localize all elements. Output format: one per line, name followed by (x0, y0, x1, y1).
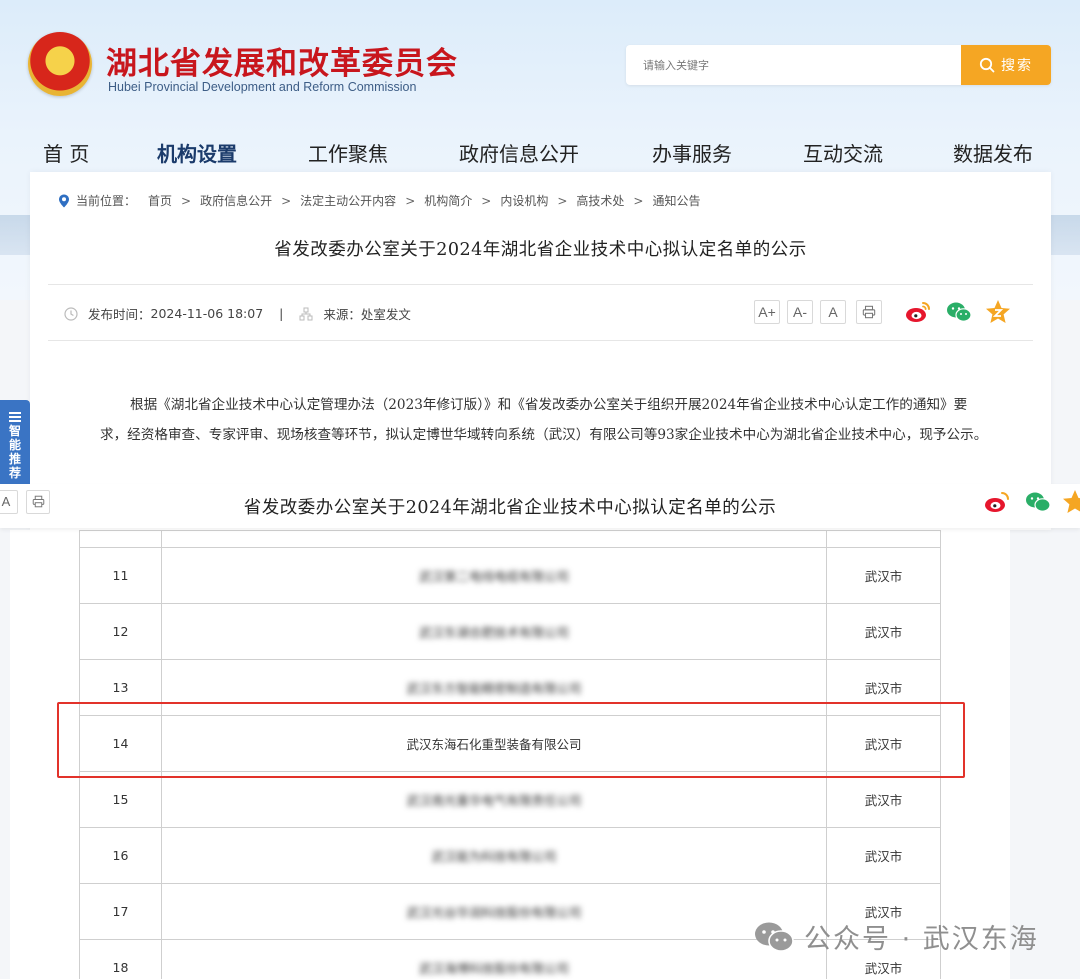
smart-recommend-label: 智能推荐 (8, 424, 21, 480)
company-name: 武汉第二电线电缆有限公司 (161, 547, 827, 604)
location-pin-icon (59, 194, 69, 207)
breadcrumb-separator: > (181, 193, 192, 208)
search-box: 搜索 (626, 45, 1051, 85)
breadcrumb-item-home[interactable]: 首页 (148, 192, 172, 209)
nav-item-interaction[interactable]: 互动交流 (803, 138, 883, 167)
search-button-label: 搜索 (1001, 58, 1033, 74)
row-number: 14 (79, 715, 162, 772)
breadcrumb: 当前位置： 首页 > 政府信息公开 > 法定主动公开内容 > 机构简介 > 内设… (58, 192, 701, 209)
company-name: 武汉海博科技股份有限公司 (161, 939, 827, 979)
national-emblem-logo (28, 32, 92, 96)
nav-item-home[interactable]: 首 页 (43, 138, 89, 167)
nav-item-services[interactable]: 办事服务 (652, 138, 732, 167)
city: 武汉市 (826, 603, 941, 660)
city: 武汉市 (826, 827, 941, 884)
breadcrumb-separator: > (405, 193, 416, 208)
breadcrumb-item-statutory[interactable]: 法定主动公开内容 (300, 192, 396, 209)
table-row: 15 武汉南光重华电气有限责任公司 武汉市 (79, 771, 941, 828)
company-name: 武汉东方智能精密制造有限公司 (161, 659, 827, 716)
table-row: 11 武汉第二电线电缆有限公司 武汉市 (79, 547, 941, 604)
wechat-watermark: 公众号 · 武汉东海 (752, 917, 1039, 956)
breadcrumb-item-gov-info[interactable]: 政府信息公开 (200, 192, 272, 209)
menu-icon (9, 412, 21, 422)
city: 武汉市 (826, 771, 941, 828)
search-button[interactable]: 搜索 (961, 45, 1051, 85)
breadcrumb-label: 当前位置： (76, 194, 137, 208)
article-title: 省发改委办公室关于2024年湖北省企业技术中心拟认定名单的公示 (274, 240, 807, 260)
row-number: 18 (79, 939, 162, 979)
row-number: 17 (79, 883, 162, 940)
breadcrumb-separator: > (633, 193, 644, 208)
search-input[interactable] (626, 45, 961, 85)
divider (48, 340, 1033, 341)
nav-item-data-release[interactable]: 数据发布 (953, 138, 1033, 167)
print-button[interactable] (856, 300, 882, 324)
row-number: 11 (79, 547, 162, 604)
font-decrease-button[interactable]: A- (787, 300, 813, 324)
meta-divider: | (279, 306, 284, 321)
nav-item-organization[interactable]: 机构设置 (157, 138, 237, 167)
divider (48, 284, 1033, 285)
source-icon (299, 307, 313, 320)
favorite-star-icon[interactable] (1060, 488, 1080, 516)
breadcrumb-item-org-intro[interactable]: 机构简介 (424, 192, 472, 209)
row-number: 16 (79, 827, 162, 884)
font-reset-button[interactable]: A (820, 300, 846, 324)
main-nav: 首 页 机构设置 工作聚焦 政府信息公开 办事服务 互动交流 数据发布 (0, 130, 1080, 170)
row-number: 13 (79, 659, 162, 716)
search-icon (979, 57, 995, 73)
table-row: 14 武汉东海石化重型装备有限公司 武汉市 (79, 715, 941, 772)
favorite-star-icon[interactable] (984, 298, 1012, 326)
sticky-article-title: 省发改委办公室关于2024年湖北省企业技术中心拟认定名单的公示 (243, 498, 777, 518)
print-icon (862, 305, 876, 319)
table-row: 12 武汉东湖合肥技术有限公司 武汉市 (79, 603, 941, 660)
site-title: 湖北省发展和改革委员会 (106, 46, 458, 82)
table-row: 16 武汉能为科技有限公司 武汉市 (79, 827, 941, 884)
breadcrumb-item-hightech[interactable]: 高技术处 (576, 192, 624, 209)
clock-icon (64, 306, 78, 321)
article-meta: 发布时间： 2024-11-06 18:07 | 来源： 处室发文 (64, 304, 411, 323)
wechat-logo-icon (755, 922, 794, 952)
watermark-text: 公众号 · 武汉东海 (804, 924, 1039, 955)
publish-time: 2024-11-06 18:07 (150, 306, 264, 321)
font-increase-button[interactable]: A+ (754, 300, 780, 324)
breadcrumb-item-notices[interactable]: 通知公告 (652, 192, 700, 209)
nav-item-work-focus[interactable]: 工作聚焦 (308, 138, 388, 167)
site-subtitle: Hubei Provincial Development and Reform … (108, 80, 417, 94)
row-number: 12 (79, 603, 162, 660)
nav-item-gov-info[interactable]: 政府信息公开 (459, 138, 579, 167)
publish-label: 发布时间： (88, 307, 151, 322)
breadcrumb-separator: > (281, 193, 292, 208)
weibo-share-icon[interactable] (982, 488, 1012, 516)
article-body: 根据《湖北省企业技术中心认定管理办法（2023年修订版）》和《省发改委办公室关于… (100, 397, 988, 443)
weibo-share-icon[interactable] (904, 298, 932, 326)
table-row (79, 530, 941, 548)
company-name: 武汉能为科技有限公司 (161, 827, 827, 884)
article-card: 当前位置： 首页 > 政府信息公开 > 法定主动公开内容 > 机构简介 > 内设… (30, 172, 1051, 530)
row-number: 15 (79, 771, 162, 828)
company-name: 武汉东湖合肥技术有限公司 (161, 603, 827, 660)
company-table: 11 武汉第二电线电缆有限公司 武汉市 12 武汉东湖合肥技术有限公司 武汉市 13 武汉东方… (79, 530, 941, 979)
wechat-share-icon[interactable] (945, 298, 973, 326)
company-name: 武汉南光重华电气有限责任公司 (161, 771, 827, 828)
table-cell (161, 530, 827, 548)
table-cell (79, 530, 162, 548)
breadcrumb-item-departments[interactable]: 内设机构 (500, 192, 548, 209)
source-label: 来源： (323, 307, 361, 322)
source-value: 处室发文 (360, 307, 411, 322)
table-row: 13 武汉东方智能精密制造有限公司 武汉市 (79, 659, 941, 716)
company-name: 武汉光谷华润科技股份有限公司 (161, 883, 827, 940)
table-cell (826, 530, 941, 548)
wechat-share-icon[interactable] (1023, 488, 1053, 516)
breadcrumb-separator: > (557, 193, 568, 208)
city: 武汉市 (826, 547, 941, 604)
sticky-title-bar: A 省发改委办公室关于2024年湖北省企业技术中心拟认定名单的公示 (0, 484, 1080, 528)
smart-recommend-tab[interactable]: 智能推荐 (0, 400, 30, 490)
city: 武汉市 (826, 659, 941, 716)
company-name: 武汉东海石化重型装备有限公司 (161, 715, 827, 772)
city: 武汉市 (826, 715, 941, 772)
breadcrumb-separator: > (481, 193, 492, 208)
